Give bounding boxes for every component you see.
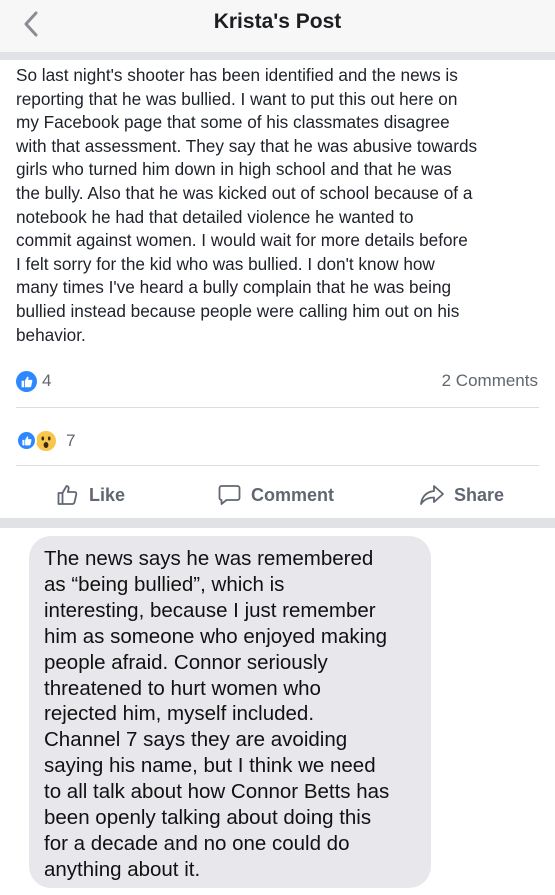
thumbs-up-icon xyxy=(21,376,33,388)
comments-count-link[interactable]: 2 Comments xyxy=(442,371,538,391)
share-button[interactable]: Share xyxy=(419,480,504,510)
comment-bubble-icon xyxy=(218,485,241,505)
thumbs-up-outline-icon xyxy=(57,485,78,505)
share-arrow-icon xyxy=(420,485,444,505)
comment-button-label: Comment xyxy=(251,484,335,505)
message-text: The news says he was remembered as “bein… xyxy=(44,547,390,881)
like-reaction-icon[interactable] xyxy=(16,371,37,392)
section-divider-band xyxy=(0,518,555,528)
post-counts-row: 4 2 Comments xyxy=(0,368,555,396)
thumbs-up-icon xyxy=(22,436,32,446)
reactions-row[interactable]: 7 xyxy=(0,428,555,454)
like-button-label: Like xyxy=(89,484,126,505)
header-bar: Krista's Post xyxy=(0,0,555,53)
top-divider-band xyxy=(0,52,555,60)
wow-reaction-icon xyxy=(34,429,58,453)
divider xyxy=(16,407,539,408)
like-count[interactable]: 4 xyxy=(42,371,51,391)
comment-button[interactable]: Comment xyxy=(217,480,334,510)
reaction-count: 7 xyxy=(66,431,76,450)
like-button[interactable]: Like xyxy=(55,480,125,510)
like-reaction-icon xyxy=(16,430,37,451)
divider xyxy=(16,465,539,466)
page-title: Krista's Post xyxy=(213,10,342,33)
share-button-label: Share xyxy=(454,484,505,505)
post-body-text: So last night's shooter has been identif… xyxy=(16,65,478,345)
